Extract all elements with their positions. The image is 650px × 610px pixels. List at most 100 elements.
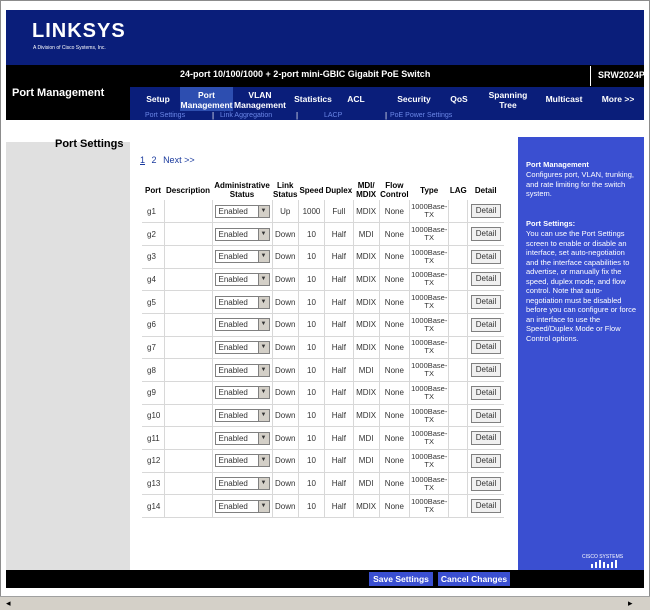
detail-button[interactable]: Detail xyxy=(471,340,501,355)
speed: 10 xyxy=(297,222,325,246)
admin-status-cell: Enabled ▼ xyxy=(211,404,272,428)
speed: 10 xyxy=(297,245,325,269)
subtab-link-aggregation[interactable]: Link Aggregation xyxy=(220,112,272,119)
help-title-port-settings: Port Settings: xyxy=(526,219,576,228)
dropdown-arrow-icon[interactable]: ▼ xyxy=(257,478,269,490)
tab-setup[interactable]: Setup xyxy=(143,94,173,104)
admin-status-cell: Enabled ▼ xyxy=(211,268,272,292)
table-row: g2 Enabled ▼ Down 10 Half MDI None 1000Base-TX De… xyxy=(142,222,504,246)
dropdown-arrow-icon[interactable]: ▼ xyxy=(257,432,269,444)
tab-security[interactable]: Security xyxy=(392,94,436,104)
table-row: g13 Enabled ▼ Down 10 Half MDI None 1000Base-TX D… xyxy=(142,472,504,496)
col-header-description: Description xyxy=(165,185,210,195)
detail-button[interactable]: Detail xyxy=(471,272,501,287)
port-id: g12 xyxy=(142,449,164,473)
admin-status-cell: Enabled ▼ xyxy=(211,222,272,246)
detail-button[interactable]: Detail xyxy=(471,363,501,378)
link-status: Down xyxy=(271,290,299,314)
admin-status-select[interactable]: Enabled ▼ xyxy=(214,499,270,513)
port-type: 1000Base-TX xyxy=(409,472,449,496)
port-id: g13 xyxy=(142,472,164,496)
admin-status-value: Enabled xyxy=(218,297,248,307)
detail-button[interactable]: Detail xyxy=(471,249,501,264)
lag xyxy=(448,245,468,269)
duplex: Half xyxy=(323,245,354,269)
page-1-link[interactable]: 1 xyxy=(140,155,145,165)
dropdown-arrow-icon[interactable]: ▼ xyxy=(257,341,269,353)
dropdown-arrow-icon[interactable]: ▼ xyxy=(257,205,269,217)
speed: 10 xyxy=(297,494,325,519)
mdi-mdix: MDI xyxy=(352,449,380,473)
dropdown-arrow-icon[interactable]: ▼ xyxy=(257,455,269,467)
admin-status-cell: Enabled ▼ xyxy=(211,358,272,382)
detail-button[interactable]: Detail xyxy=(471,431,501,446)
dropdown-arrow-icon[interactable]: ▼ xyxy=(257,500,269,512)
port-description xyxy=(163,404,212,428)
admin-status-select[interactable]: Enabled ▼ xyxy=(214,477,270,491)
table-row: g12 Enabled ▼ Down 10 Half MDI None 1000Base-TX D… xyxy=(142,449,504,473)
tab-statistics[interactable]: Statistics xyxy=(290,94,336,104)
tab-acl[interactable]: ACL xyxy=(344,94,368,104)
tab-vlan-management[interactable]: VLAN Management xyxy=(234,90,286,110)
subtab-poe-power-settings[interactable]: PoE Power Settings xyxy=(390,112,452,119)
dropdown-arrow-icon[interactable]: ▼ xyxy=(257,251,269,263)
admin-status-select[interactable]: Enabled ▼ xyxy=(214,272,270,286)
dropdown-arrow-icon[interactable]: ▼ xyxy=(257,410,269,422)
dropdown-arrow-icon[interactable]: ▼ xyxy=(257,387,269,399)
page-2-link[interactable]: 2 xyxy=(152,155,157,165)
detail-button[interactable]: Detail xyxy=(471,408,501,423)
admin-status-select[interactable]: Enabled ▼ xyxy=(214,227,270,241)
duplex: Half xyxy=(323,449,354,473)
table-row: g4 Enabled ▼ Down 10 Half MDIX None 1000Base-TX D… xyxy=(142,268,504,292)
detail-button[interactable]: Detail xyxy=(471,385,501,400)
speed: 10 xyxy=(297,381,325,405)
flow-control: None xyxy=(378,404,410,428)
dropdown-arrow-icon[interactable]: ▼ xyxy=(257,273,269,285)
port-type: 1000Base-TX xyxy=(409,426,449,451)
detail-button[interactable]: Detail xyxy=(471,453,501,468)
scroll-left-arrow-icon[interactable]: ◂ xyxy=(6,598,11,609)
admin-status-select[interactable]: Enabled ▼ xyxy=(214,295,270,309)
admin-status-select[interactable]: Enabled ▼ xyxy=(214,363,270,377)
detail-button[interactable]: Detail xyxy=(471,499,501,514)
detail-cell: Detail xyxy=(467,313,504,337)
subtab-port-settings[interactable]: Port Settings xyxy=(145,112,185,119)
dropdown-arrow-icon[interactable]: ▼ xyxy=(257,319,269,331)
detail-button[interactable]: Detail xyxy=(471,204,501,219)
admin-status-value: Enabled xyxy=(218,252,248,262)
admin-status-select[interactable]: Enabled ▼ xyxy=(214,318,270,332)
tab-port-management[interactable]: Port Management xyxy=(180,90,233,110)
col-header-speed: Speed xyxy=(299,185,324,195)
link-status: Down xyxy=(271,426,299,451)
admin-status-select[interactable]: Enabled ▼ xyxy=(214,386,270,400)
help-text-port-management: Configures port, VLAN, trunking, and rat… xyxy=(526,170,634,198)
admin-status-select[interactable]: Enabled ▼ xyxy=(214,250,270,264)
duplex: Half xyxy=(323,222,354,246)
detail-button[interactable]: Detail xyxy=(471,317,501,332)
cancel-changes-button[interactable]: Cancel Changes xyxy=(438,572,510,586)
admin-status-select[interactable]: Enabled ▼ xyxy=(214,409,270,423)
port-description xyxy=(163,313,212,337)
admin-status-select[interactable]: Enabled ▼ xyxy=(214,204,270,218)
next-page-link[interactable]: Next >> xyxy=(163,155,195,165)
scroll-right-arrow-icon[interactable]: ▸ xyxy=(628,598,633,609)
col-header-admin-status: Administrative Status xyxy=(214,181,270,199)
tab-spanning-tree[interactable]: Spanning Tree xyxy=(486,90,530,110)
speed: 10 xyxy=(297,426,325,451)
dropdown-arrow-icon[interactable]: ▼ xyxy=(257,228,269,240)
admin-status-select[interactable]: Enabled ▼ xyxy=(214,340,270,354)
tab-multicast[interactable]: Multicast xyxy=(542,94,586,104)
admin-status-select[interactable]: Enabled ▼ xyxy=(214,454,270,468)
admin-status-select[interactable]: Enabled ▼ xyxy=(214,431,270,445)
dropdown-arrow-icon[interactable]: ▼ xyxy=(257,364,269,376)
detail-button[interactable]: Detail xyxy=(471,295,501,310)
save-settings-button[interactable]: Save Settings xyxy=(369,572,433,586)
detail-button[interactable]: Detail xyxy=(471,227,501,242)
tab-more[interactable]: More >> xyxy=(598,94,638,104)
dropdown-arrow-icon[interactable]: ▼ xyxy=(257,296,269,308)
detail-button[interactable]: Detail xyxy=(471,476,501,491)
horizontal-scrollbar[interactable] xyxy=(0,596,650,610)
tab-qos[interactable]: QoS xyxy=(448,94,470,104)
mdi-mdix: MDIX xyxy=(352,290,380,314)
subtab-lacp[interactable]: LACP xyxy=(324,112,342,119)
